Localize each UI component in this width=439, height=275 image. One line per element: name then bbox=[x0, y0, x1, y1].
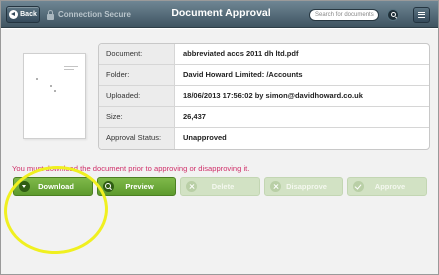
disapprove-icon bbox=[270, 181, 281, 192]
detail-row-size: Size: 26,437 bbox=[99, 107, 429, 128]
delete-label: Delete bbox=[211, 182, 235, 191]
detail-value: 18/06/2013 17:56:02 by simon@davidhoward… bbox=[183, 91, 363, 100]
detail-value: 26,437 bbox=[183, 112, 206, 121]
preview-icon bbox=[103, 181, 114, 192]
search-icon bbox=[391, 12, 396, 17]
detail-row-uploaded: Uploaded: 18/06/2013 17:56:02 by simon@d… bbox=[99, 86, 429, 107]
search-button[interactable] bbox=[387, 9, 399, 21]
thumbnail-mark bbox=[36, 78, 38, 80]
menu-button[interactable] bbox=[413, 7, 430, 23]
detail-label: Folder: bbox=[99, 65, 175, 85]
back-arrow-icon bbox=[9, 10, 19, 19]
back-button[interactable]: Back bbox=[6, 6, 40, 23]
detail-row-folder: Folder: David Howard Limited: /Accounts bbox=[99, 65, 429, 86]
page-title: Document Approval bbox=[171, 7, 271, 19]
detail-label: Size: bbox=[99, 107, 175, 127]
download-required-notice: You must download the document prior to … bbox=[12, 164, 250, 173]
download-label: Download bbox=[38, 182, 74, 191]
detail-value: abbreviated accs 2011 dh ltd.pdf bbox=[183, 49, 299, 58]
detail-label: Document: bbox=[99, 44, 175, 64]
main-content: Document: abbreviated accs 2011 dh ltd.p… bbox=[1, 29, 438, 274]
preview-button[interactable]: Preview bbox=[97, 177, 176, 196]
connection-status-label: Connection Secure bbox=[58, 10, 131, 19]
delete-icon bbox=[186, 181, 197, 192]
thumbnail-text-line bbox=[64, 66, 78, 67]
search-input[interactable]: Search for documents bbox=[309, 9, 379, 21]
top-bar: Back Connection Secure Document Approval… bbox=[1, 1, 438, 28]
back-label: Back bbox=[20, 11, 37, 18]
detail-label: Uploaded: bbox=[99, 86, 175, 106]
detail-row-approval-status: Approval Status: Unapproved bbox=[99, 128, 429, 149]
download-button[interactable]: Download bbox=[13, 177, 93, 196]
menu-icon bbox=[418, 12, 425, 18]
approve-label: Approve bbox=[374, 182, 406, 191]
lock-icon bbox=[47, 9, 54, 20]
approve-icon bbox=[353, 181, 364, 192]
connection-status: Connection Secure bbox=[47, 8, 131, 21]
delete-button[interactable]: Delete bbox=[180, 177, 260, 196]
detail-label: Approval Status: bbox=[99, 128, 175, 149]
preview-label: Preview bbox=[125, 182, 154, 191]
thumbnail-mark bbox=[50, 85, 52, 87]
document-details: Document: abbreviated accs 2011 dh ltd.p… bbox=[98, 43, 430, 150]
detail-value: David Howard Limited: /Accounts bbox=[183, 70, 303, 79]
status-badge: Unapproved bbox=[183, 133, 227, 142]
document-thumbnail[interactable] bbox=[23, 53, 86, 139]
thumbnail-mark bbox=[54, 90, 56, 92]
download-icon bbox=[19, 181, 30, 192]
detail-row-document: Document: abbreviated accs 2011 dh ltd.p… bbox=[99, 44, 429, 65]
disapprove-label: Disapprove bbox=[286, 182, 327, 191]
disapprove-button[interactable]: Disapprove bbox=[264, 177, 343, 196]
document-approval-window: Back Connection Secure Document Approval… bbox=[0, 0, 439, 275]
approve-button[interactable]: Approve bbox=[347, 177, 427, 196]
thumbnail-text-line bbox=[64, 69, 74, 70]
